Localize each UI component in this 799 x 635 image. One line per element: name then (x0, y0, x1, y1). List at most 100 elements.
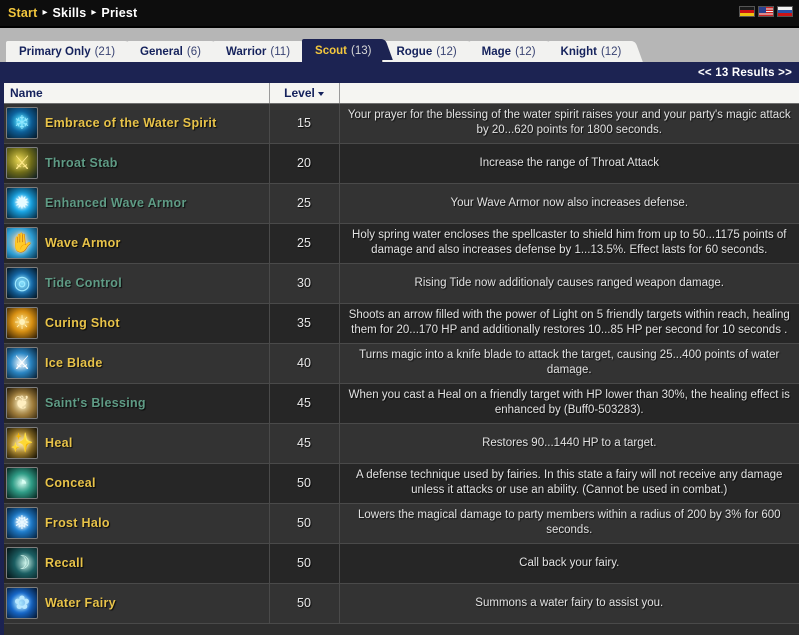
table-row[interactable]: ❄ Embrace of the Water Spirit 15 Your praye… (4, 103, 799, 144)
skill-icon-glyph: ✿ (14, 592, 30, 614)
cell-skill-description: Restores 90...1440 HP to a target. (339, 423, 799, 464)
skill-name-wrapper: ⚔ Throat Stab (6, 147, 267, 179)
skill-name-wrapper: ◔ Conceal (6, 467, 267, 499)
tab-count: (11) (270, 45, 291, 58)
tab-mage[interactable]: Mage (12) (468, 41, 547, 62)
cell-skill-name: ✿ Water Fairy (4, 583, 270, 624)
table-row[interactable]: ◎ Tide Control 30 Rising Tide now additiona… (4, 263, 799, 304)
tab-label: Warrior (225, 45, 267, 58)
skill-icon-glyph: ⚔ (13, 152, 31, 174)
cell-skill-name: ✹ Enhanced Wave Armor (4, 183, 270, 224)
cell-skill-description: Call back your fairy. (339, 543, 799, 584)
cell-skill-name: ✨ Heal (4, 423, 270, 464)
skill-name-label[interactable]: Saint's Blessing (45, 396, 146, 410)
table-row[interactable]: ☀ Curing Shot 35 Shoots an arrow filled wit… (4, 303, 799, 344)
tab-label: Rogue (396, 45, 433, 58)
cell-skill-description: Turns magic into a knife blade to attack… (339, 343, 799, 384)
skill-icon-enhanced-wave-armor[interactable]: ✹ (6, 187, 38, 219)
cell-skill-description: Lowers the magical damage to party membe… (339, 503, 799, 544)
skill-icon-glyph: ❦ (14, 392, 30, 414)
skill-name-label[interactable]: Tide Control (45, 276, 122, 290)
table-row[interactable]: ☽ Recall 50 Call back your fairy. (4, 543, 799, 584)
cell-skill-level: 35 (269, 303, 340, 344)
tab-label: Knight (560, 45, 597, 58)
skill-icon-glyph: ✨ (10, 432, 34, 454)
cell-skill-description: Holy spring water encloses the spellcast… (339, 223, 799, 264)
skill-icon-saints-blessing[interactable]: ❦ (6, 387, 38, 419)
skill-name-label[interactable]: Wave Armor (45, 236, 121, 250)
skill-icon-glyph: ⚔ (13, 352, 31, 374)
skill-icon-conceal[interactable]: ◔ (6, 467, 38, 499)
skill-icon-curing-shot[interactable]: ☀ (6, 307, 38, 339)
cell-skill-name: ◎ Tide Control (4, 263, 270, 304)
tab-primary-only[interactable]: Primary Only (21) (6, 41, 127, 62)
skill-icon-ice-blade[interactable]: ⚔ (6, 347, 38, 379)
table-row[interactable]: ❅ Frost Halo 50 Lowers the magical damage t… (4, 503, 799, 544)
cell-skill-level: 50 (269, 583, 340, 624)
cell-skill-description: Your prayer for the blessing of the wate… (339, 103, 799, 144)
skill-icon-glyph: ☽ (13, 552, 31, 574)
table-row[interactable]: ✨ Heal 45 Restores 90...1440 HP to a target… (4, 423, 799, 464)
breadcrumb-item-start[interactable]: Start (8, 6, 37, 20)
skill-icon-throat-stab[interactable]: ⚔ (6, 147, 38, 179)
skill-name-label[interactable]: Frost Halo (45, 516, 110, 530)
skill-name-wrapper: ✿ Water Fairy (6, 587, 267, 619)
breadcrumb-separator-icon: ▸ (42, 7, 48, 18)
cell-skill-level: 15 (269, 103, 340, 144)
skill-name-label[interactable]: Conceal (45, 476, 96, 490)
tab-count: (12) (436, 45, 457, 58)
top-breadcrumb-bar: Start ▸ Skills ▸ Priest (0, 0, 799, 28)
tab-count: (21) (94, 45, 116, 58)
table-row[interactable]: ⚔ Ice Blade 40 Turns magic into a knife bla… (4, 343, 799, 384)
skill-icon-glyph: ☀ (13, 312, 31, 334)
cell-skill-name: ◔ Conceal (4, 463, 270, 504)
skill-name-wrapper: ⚔ Ice Blade (6, 347, 267, 379)
skill-name-label[interactable]: Enhanced Wave Armor (45, 196, 187, 210)
tab-warrior[interactable]: Warrior (11) (212, 41, 302, 62)
skill-name-wrapper: ❄ Embrace of the Water Spirit (6, 107, 267, 139)
skill-name-wrapper: ✋ Wave Armor (6, 227, 267, 259)
skill-name-label[interactable]: Ice Blade (45, 356, 103, 370)
column-header-level[interactable]: Level (269, 83, 340, 104)
table-row[interactable]: ✿ Water Fairy 50 Summons a water fairy to a… (4, 583, 799, 624)
tab-general[interactable]: General (6) (127, 41, 212, 62)
skill-name-label[interactable]: Curing Shot (45, 316, 120, 330)
tab-rogue[interactable]: Rogue (12) (383, 41, 468, 62)
table-row[interactable]: ✹ Enhanced Wave Armor 25 Your Wave Armor no… (4, 183, 799, 224)
skill-name-label[interactable]: Throat Stab (45, 156, 118, 170)
skill-name-label[interactable]: Embrace of the Water Spirit (45, 116, 217, 130)
russian-flag-icon[interactable] (777, 6, 793, 17)
tab-knight[interactable]: Knight (12) (547, 41, 633, 62)
skill-icon-wave-armor[interactable]: ✋ (6, 227, 38, 259)
column-header-name[interactable]: Name (4, 83, 270, 104)
table-row[interactable]: ◔ Conceal 50 A defense technique used by fa… (4, 463, 799, 504)
skill-icon-embrace-of-the-water-spirit[interactable]: ❄ (6, 107, 38, 139)
skill-name-label[interactable]: Heal (45, 436, 73, 450)
cell-skill-description: Rising Tide now additionaly causes range… (339, 263, 799, 304)
skill-name-label[interactable]: Recall (45, 556, 84, 570)
breadcrumb: Start ▸ Skills ▸ Priest (8, 6, 137, 20)
tab-count: (6) (186, 45, 201, 58)
table-row[interactable]: ⚔ Throat Stab 20 Increase the range of Thro… (4, 143, 799, 184)
results-count-label[interactable]: << 13 Results >> (698, 67, 792, 79)
skill-icon-recall[interactable]: ☽ (6, 547, 38, 579)
skill-icon-tide-control[interactable]: ◎ (6, 267, 38, 299)
cell-skill-description: When you cast a Heal on a friendly targe… (339, 383, 799, 424)
german-flag-icon[interactable] (739, 6, 755, 17)
us-flag-icon[interactable] (758, 6, 774, 17)
cell-skill-level: 40 (269, 343, 340, 384)
skill-icon-glyph: ◔ (16, 472, 28, 494)
skill-icon-water-fairy[interactable]: ✿ (6, 587, 38, 619)
skill-name-label[interactable]: Water Fairy (45, 596, 116, 610)
skill-icon-frost-halo[interactable]: ❅ (6, 507, 38, 539)
breadcrumb-item-skills[interactable]: Skills (53, 6, 87, 20)
breadcrumb-item-priest[interactable]: Priest (101, 6, 137, 20)
skill-name-wrapper: ❦ Saint's Blessing (6, 387, 267, 419)
table-row[interactable]: ❦ Saint's Blessing 45 When you cast a Heal … (4, 383, 799, 424)
skills-table-container: Name Level ❄ Embrace of the Water Spirit 1… (0, 83, 799, 635)
tab-count: (12) (515, 45, 536, 58)
table-row[interactable]: ✋ Wave Armor 25 Holy spring water encloses … (4, 223, 799, 264)
skill-icon-heal[interactable]: ✨ (6, 427, 38, 459)
skill-icon-glyph: ✹ (14, 192, 30, 214)
tab-scout[interactable]: Scout (13) (302, 39, 383, 62)
